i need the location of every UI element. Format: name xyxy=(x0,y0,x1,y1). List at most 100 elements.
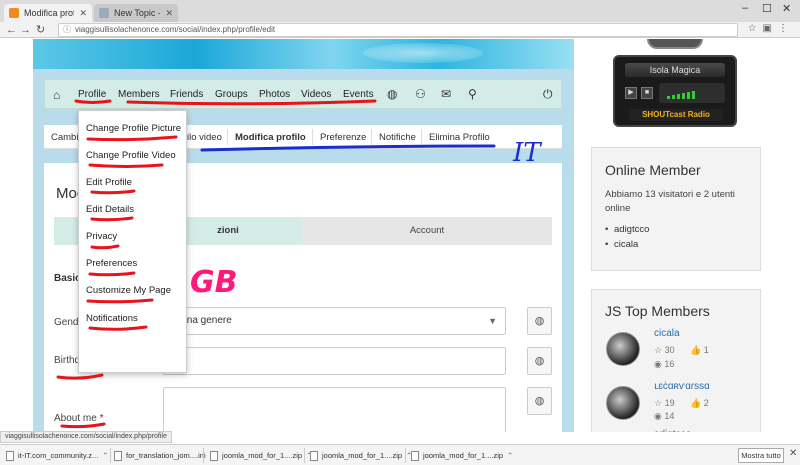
mail-icon[interactable]: ✉ xyxy=(441,87,451,101)
back-icon[interactable]: ← xyxy=(6,23,17,37)
birthdate-input[interactable] xyxy=(163,347,506,375)
zip-file-icon xyxy=(210,451,218,461)
menu-edit-details[interactable]: Edit Details xyxy=(86,204,134,215)
browser-tab-active[interactable]: Modifica profilo - viag... ✕ xyxy=(4,4,92,22)
online-member-widget: Online Member Abbiamo 13 visitatori e 2 … xyxy=(591,147,761,271)
stop-icon[interactable]: ■ xyxy=(641,87,653,99)
maximize-icon[interactable]: ☐ xyxy=(762,2,772,15)
member-views: ◉ 14 xyxy=(654,411,675,421)
tab-title: New Topic - JomSocial xyxy=(114,8,160,18)
gender-select[interactable]: ziona genere ▼ xyxy=(163,307,506,335)
url-input[interactable]: ⓘ viaggisullisolachenonce.com/social/ind… xyxy=(58,23,738,37)
widget-title: JS Top Members xyxy=(605,303,710,319)
top-members-widget: JS Top Members cicala ☆ 30 👍 1 ◉ 16 ւɛċɑ… xyxy=(591,289,761,432)
tab-info-label: zioni xyxy=(217,225,239,236)
close-tab-icon[interactable]: ✕ xyxy=(79,4,87,22)
joomla-favicon-icon xyxy=(9,8,19,18)
close-window-icon[interactable]: ✕ xyxy=(782,2,791,15)
menu-preferences[interactable]: Preferences xyxy=(86,258,137,269)
divider xyxy=(227,129,228,145)
member-name[interactable]: cicala xyxy=(654,328,680,339)
subnav-change[interactable]: Cambi xyxy=(51,132,78,143)
member-views: ◉ 16 xyxy=(654,359,675,369)
volume-meter[interactable] xyxy=(659,83,725,103)
nav-groups[interactable]: Groups xyxy=(215,89,248,100)
home-icon[interactable]: ⌂ xyxy=(53,88,60,102)
zip-file-icon xyxy=(310,451,318,461)
online-count-text: Abbiamo 13 visitatori e 2 utenti online xyxy=(605,189,735,214)
avatar[interactable] xyxy=(606,332,640,366)
member-name[interactable]: ւɛċɑʀѵɑɾѕѕɑ xyxy=(654,381,710,392)
menu-change-profile-video[interactable]: Change Profile Video xyxy=(86,150,176,161)
browser-tab-bar: Modifica profilo - viag... ✕ New Topic -… xyxy=(0,0,800,22)
subnav-edit-profile[interactable]: Modifica profilo xyxy=(235,132,306,143)
about-me-textarea[interactable] xyxy=(163,387,506,432)
download-item[interactable]: it-IT.com_community.z... ⌃ xyxy=(6,449,109,463)
nav-friends[interactable]: Friends xyxy=(170,89,203,100)
user-add-icon[interactable]: ⚇ xyxy=(415,87,426,101)
power-icon[interactable]: ⏻ xyxy=(543,87,553,102)
nav-videos[interactable]: Videos xyxy=(301,89,331,100)
search-icon[interactable]: ⚲ xyxy=(468,87,477,101)
subnav-delete-profile[interactable]: Elimina Profilo xyxy=(429,132,490,143)
divider xyxy=(203,448,204,463)
divider xyxy=(405,448,406,463)
address-bar: ← → ↻ ⓘ viaggisullisolachenonce.com/soci… xyxy=(0,22,800,38)
online-user[interactable]: adigtcco xyxy=(605,224,649,235)
globe-icon: ◍ xyxy=(534,315,545,327)
menu-change-profile-picture[interactable]: Change Profile Picture xyxy=(86,123,181,134)
member-name[interactable]: adigtcco xyxy=(654,429,691,432)
member-likes: 👍 1 xyxy=(690,345,709,355)
webpage: ⌂ Profile Members Friends Groups Photos … xyxy=(0,39,800,432)
nav-profile[interactable]: Profile xyxy=(78,89,106,100)
menu-edit-profile[interactable]: Edit Profile xyxy=(86,177,132,188)
menu-privacy[interactable]: Privacy xyxy=(86,231,117,242)
privacy-globe-button[interactable]: ◍ xyxy=(527,347,552,375)
close-icon[interactable]: ✕ xyxy=(789,448,797,459)
menu-notifications[interactable]: Notifications xyxy=(86,313,138,324)
tab-account[interactable]: Account xyxy=(302,217,552,245)
download-item[interactable]: joomla_mod_for_1....zip⌃ xyxy=(310,449,412,463)
browser-tab-2[interactable]: New Topic - JomSocial ✕ xyxy=(94,4,178,22)
widget-title: Online Member xyxy=(605,162,701,178)
download-item[interactable]: for_translation_jom....ini⌃ xyxy=(114,449,216,463)
about-me-label: About me * xyxy=(54,413,104,424)
privacy-globe-button[interactable]: ◍ xyxy=(527,387,552,415)
download-item[interactable]: joomla_mod_for_1....zip⌃ xyxy=(210,449,312,463)
main-nav: ⌂ Profile Members Friends Groups Photos … xyxy=(44,79,562,109)
reload-icon[interactable]: ↻ xyxy=(36,23,45,37)
divider xyxy=(304,448,305,463)
forward-icon[interactable]: → xyxy=(20,23,31,37)
subnav-preferences[interactable]: Preferenze xyxy=(320,132,366,143)
zip-file-icon xyxy=(411,451,419,461)
avatar[interactable] xyxy=(606,386,640,420)
nav-events[interactable]: Events xyxy=(343,89,374,100)
extension-icons[interactable]: ☆▣⋮ xyxy=(748,23,794,34)
privacy-globe-button[interactable]: ◍ xyxy=(527,307,552,335)
globe-icon: ◍ xyxy=(534,355,545,367)
page-favicon-icon xyxy=(99,8,109,18)
nav-photos[interactable]: Photos xyxy=(259,89,290,100)
minimize-icon[interactable]: – xyxy=(742,2,748,14)
chevron-down-icon: ▼ xyxy=(488,316,497,326)
play-icon[interactable]: ▶ xyxy=(625,87,637,99)
shoutcast-logo: SHOUTcast Radio xyxy=(629,109,723,121)
subnav-video[interactable]: ilo video xyxy=(187,132,222,143)
status-url: viaggisullisolachenonce.com/social/index… xyxy=(0,431,172,443)
close-tab-icon[interactable]: ✕ xyxy=(165,4,173,22)
member-points: ☆ 19 xyxy=(654,398,675,408)
download-item[interactable]: joomla_mod_for_1....zip⌃ xyxy=(411,449,513,463)
show-all-button[interactable]: Mostra tutto xyxy=(738,448,784,463)
menu-customize-my-page[interactable]: Customize My Page xyxy=(86,285,171,296)
divider xyxy=(371,129,372,145)
online-user[interactable]: cicala xyxy=(605,239,638,250)
profile-dropdown-menu: Change Profile Picture Change Profile Vi… xyxy=(78,110,187,373)
nav-members[interactable]: Members xyxy=(118,89,160,100)
downloads-bar: it-IT.com_community.z... ⌃ for_translatio… xyxy=(0,444,800,465)
subnav-notifications[interactable]: Notifiche xyxy=(379,132,416,143)
globe-icon: ◍ xyxy=(534,395,545,407)
section-heading: Basic xyxy=(54,273,81,284)
globe-icon[interactable]: ◍ xyxy=(387,87,397,101)
header-banner xyxy=(33,39,574,69)
url-text: viaggisullisolachenonce.com/social/index… xyxy=(75,25,276,34)
